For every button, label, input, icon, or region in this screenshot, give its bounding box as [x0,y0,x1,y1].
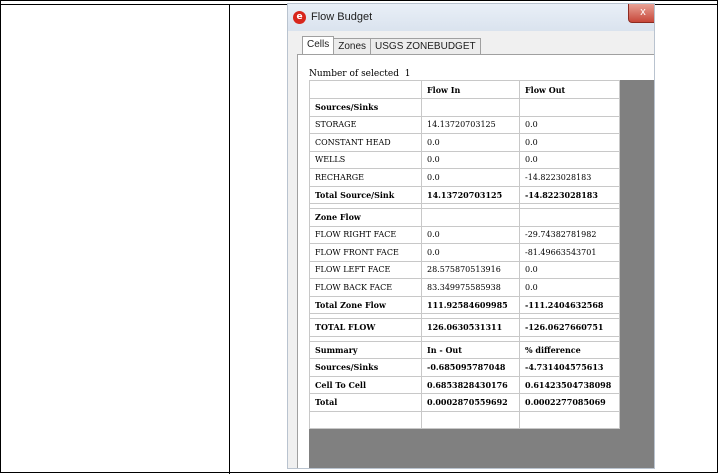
row-label-cell[interactable]: WELLS [309,150,422,169]
value-cell[interactable]: -14.8223028183 [519,168,620,187]
table-row[interactable]: Total Source/Sink 14.13720703125 -14.82230… [309,185,620,204]
window-titlebar[interactable]: e Flow Budget x [288,4,654,31]
value-cell[interactable]: % difference [519,340,620,359]
table-row[interactable]: Summary In - Out% difference [309,340,620,359]
window-title: Flow Budget [311,11,373,23]
cells-tab-panel: Number of selected 1 Flow In Flow Out Sour… [297,54,654,468]
table-row[interactable]: Cell To Cell 0.6853828430176 0.61423504738… [309,375,620,394]
table-row[interactable]: CONSTANT HEAD 0.0 0.0 [309,133,620,152]
app-logo-icon: e [293,11,306,24]
value-cell[interactable]: 0.0 [421,243,520,262]
value-cell[interactable]: 0.0 [421,150,520,169]
table-row[interactable]: FLOW FRONT FACE 0.0 -81.49663543701 [309,243,620,262]
table-row[interactable]: Total Zone Flow 111.92584609985 -111.24046… [309,295,620,314]
row-label-cell[interactable]: FLOW BACK FACE [309,278,422,297]
row-label-cell[interactable]: FLOW FRONT FACE [309,243,422,262]
value-cell[interactable]: -4.731404575613 [519,358,620,377]
table-row[interactable]: Zone Flow [309,208,620,227]
value-cell[interactable]: 0.61423504738098 [519,375,620,394]
flow-budget-window: e Flow Budget x Cells Zones USGS ZONEBUD… [287,3,655,469]
value-cell[interactable]: 0.6853828430176 [421,375,520,394]
value-cell[interactable]: -14.8223028183 [519,185,620,204]
table-row[interactable] [309,410,620,429]
row-label-cell[interactable]: Total [309,393,422,412]
column-header[interactable] [309,80,422,99]
row-label-cell[interactable]: RECHARGE [309,168,422,187]
value-cell[interactable]: 0.0002277085069 [519,393,620,412]
table-row[interactable]: FLOW RIGHT FACE 0.0 -29.74382781982 [309,225,620,244]
value-cell[interactable]: 111.92584609985 [421,295,520,314]
row-label-cell[interactable]: Sources/Sinks [309,358,422,377]
row-label-cell[interactable]: Total Zone Flow [309,295,422,314]
row-label-cell[interactable]: Sources/Sinks [309,98,422,117]
tab-bar: Cells Zones USGS ZONEBUDGET [302,36,481,54]
table-header-row: Flow In Flow Out [309,80,620,99]
value-cell[interactable]: 0.0 [519,150,620,169]
value-cell[interactable]: 0.0 [421,168,520,187]
table-row[interactable]: Sources/Sinks [309,98,620,117]
value-cell[interactable]: -29.74382781982 [519,225,620,244]
value-cell[interactable] [421,208,520,227]
flow-budget-grid-area[interactable]: Flow In Flow Out Sources/Sinks STORAGE 14.13… [309,80,654,468]
row-label-cell[interactable] [309,410,422,429]
value-cell[interactable]: -81.49663543701 [519,243,620,262]
tab-usgs-zonebudget[interactable]: USGS ZONEBUDGET [370,38,481,54]
selected-count-value: 1 [404,69,411,79]
value-cell[interactable]: 0.0 [519,133,620,152]
table-row[interactable]: FLOW BACK FACE 83.349975585938 0.0 [309,278,620,297]
row-label-cell[interactable]: Total Source/Sink [309,185,422,204]
value-cell[interactable]: -0.685095787048 [421,358,520,377]
row-label-cell[interactable]: Zone Flow [309,208,422,227]
value-cell[interactable]: 126.0630531311 [421,318,520,337]
selected-count-text: Number of selected [309,69,399,79]
row-label-cell[interactable]: CONSTANT HEAD [309,133,422,152]
value-cell[interactable]: -126.0627660751 [519,318,620,337]
window-content: Cells Zones USGS ZONEBUDGET Number of se… [288,31,654,468]
tab-zones[interactable]: Zones [333,38,372,54]
row-label-cell[interactable]: FLOW LEFT FACE [309,260,422,279]
column-header[interactable]: Flow Out [519,80,620,99]
tab-cells[interactable]: Cells [302,36,335,54]
value-cell[interactable]: 0.0 [519,260,620,279]
close-button[interactable]: x [628,4,654,23]
table-row[interactable]: STORAGE 14.13720703125 0.0 [309,115,620,134]
value-cell[interactable]: In - Out [421,340,520,359]
table-row[interactable]: TOTAL FLOW 126.0630531311 -126.0627660751 [309,318,620,337]
table-row[interactable]: FLOW LEFT FACE 28.575870513916 0.0 [309,260,620,279]
table-row[interactable]: RECHARGE 0.0 -14.8223028183 [309,168,620,187]
value-cell[interactable] [421,410,520,429]
document-table-column-divider [229,4,230,474]
value-cell[interactable]: -111.2404632568 [519,295,620,314]
value-cell[interactable]: 0.0 [421,225,520,244]
flow-budget-table: Flow In Flow Out Sources/Sinks STORAGE 14.13… [309,80,620,429]
column-header[interactable]: Flow In [421,80,520,99]
value-cell[interactable] [519,98,620,117]
row-label-cell[interactable]: TOTAL FLOW [309,318,422,337]
row-label-cell[interactable]: Summary [309,340,422,359]
value-cell[interactable]: 0.0002870559692 [421,393,520,412]
table-row[interactable]: Sources/Sinks -0.685095787048 -4.731404575… [309,358,620,377]
row-label-cell[interactable]: FLOW RIGHT FACE [309,225,422,244]
value-cell[interactable]: 14.13720703125 [421,115,520,134]
value-cell[interactable] [421,98,520,117]
table-row[interactable]: Total 0.0002870559692 0.0002277085069 [309,393,620,412]
selected-count-label: Number of selected 1 [309,69,410,79]
row-label-cell[interactable]: STORAGE [309,115,422,134]
value-cell[interactable]: 28.575870513916 [421,260,520,279]
value-cell[interactable]: 0.0 [519,278,620,297]
value-cell[interactable]: 0.0 [421,133,520,152]
value-cell[interactable]: 83.349975585938 [421,278,520,297]
value-cell[interactable]: 14.13720703125 [421,185,520,204]
value-cell[interactable] [519,410,620,429]
value-cell[interactable] [519,208,620,227]
table-row[interactable]: WELLS 0.0 0.0 [309,150,620,169]
value-cell[interactable]: 0.0 [519,115,620,134]
row-label-cell[interactable]: Cell To Cell [309,375,422,394]
